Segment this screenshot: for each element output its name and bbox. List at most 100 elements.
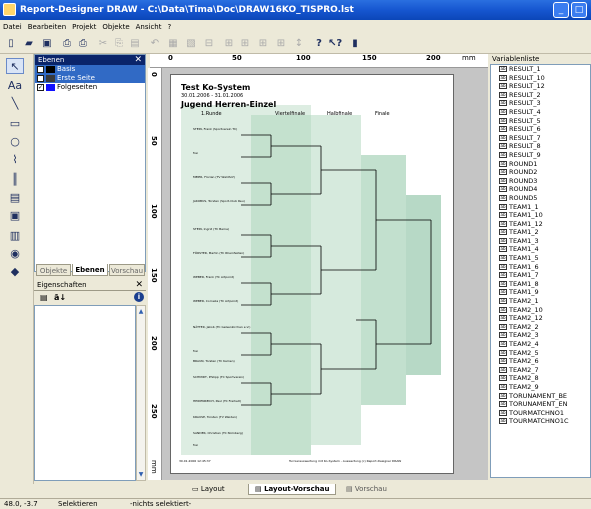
- variable-item[interactable]: ab TEAM2_1: [491, 297, 590, 306]
- variable-item[interactable]: ab TORUNAMENT_EN: [491, 400, 590, 409]
- variables-list[interactable]: ab RESULT_1 ab RESULT_10 ab RESULT_12 ab RESULT…: [490, 64, 591, 478]
- variable-item[interactable]: ab ROUND1: [491, 160, 590, 169]
- variable-item[interactable]: ab RESULT_8: [491, 142, 590, 151]
- tab-layout-vorschau[interactable]: ▤ Layout-Vorschau: [248, 484, 337, 495]
- align-right-icon[interactable]: ⊞: [256, 37, 270, 51]
- scroll-up-icon[interactable]: ▲: [137, 308, 145, 315]
- size-icon[interactable]: ↕: [292, 37, 306, 51]
- variable-item[interactable]: ab TEAM1_2: [491, 228, 590, 237]
- variable-item[interactable]: ab TEAM1_9: [491, 288, 590, 297]
- variable-item[interactable]: ab RESULT_1: [491, 65, 590, 74]
- variable-item[interactable]: ab RESULT_3: [491, 99, 590, 108]
- object-tool-icon[interactable]: ◆: [6, 264, 24, 280]
- variable-item[interactable]: ab TEAM1_10: [491, 211, 590, 220]
- image-tool-icon[interactable]: ▣: [6, 208, 24, 224]
- minimize-button[interactable]: _: [553, 2, 569, 18]
- variable-item[interactable]: ab TEAM2_4: [491, 340, 590, 349]
- checkbox[interactable]: ✓: [37, 83, 44, 91]
- variable-item[interactable]: ab TEAM1_4: [491, 245, 590, 254]
- layer-row[interactable]: ✓ Folgeseiten: [35, 83, 145, 92]
- close-icon[interactable]: ✕: [134, 55, 142, 65]
- menu-help[interactable]: ?: [164, 20, 174, 34]
- group-icon[interactable]: ▧: [184, 37, 198, 51]
- checkbox[interactable]: ✓: [37, 65, 44, 73]
- maximize-button[interactable]: □: [571, 2, 587, 18]
- open-folder-icon[interactable]: ▰: [22, 37, 36, 51]
- variable-item[interactable]: ab TORUNAMENT_BE: [491, 392, 590, 401]
- tab-vorschau[interactable]: Vorschau: [109, 264, 145, 276]
- variable-item[interactable]: ab RESULT_2: [491, 91, 590, 100]
- checkbox[interactable]: ✓: [37, 74, 44, 82]
- variable-item[interactable]: ab RESULT_9: [491, 151, 590, 160]
- variable-item[interactable]: ab ROUND3: [491, 177, 590, 186]
- rectangle-tool-icon[interactable]: ▭: [6, 116, 24, 132]
- ellipse-tool-icon[interactable]: ○: [6, 134, 24, 150]
- new-file-icon[interactable]: ▯: [4, 37, 18, 51]
- save-icon[interactable]: ▣: [40, 37, 54, 51]
- variable-item[interactable]: ab RESULT_6: [491, 125, 590, 134]
- variable-item[interactable]: ab TEAM2_6: [491, 357, 590, 366]
- variable-item[interactable]: ab RESULT_7: [491, 134, 590, 143]
- menu-objekte[interactable]: Objekte: [99, 20, 132, 34]
- paste-icon[interactable]: ▤: [128, 37, 142, 51]
- variable-item[interactable]: ab TEAM2_9: [491, 383, 590, 392]
- layer-row[interactable]: ✓ Basis: [35, 65, 145, 74]
- drawing-tool-icon[interactable]: ⌇: [6, 152, 24, 168]
- layer-row[interactable]: ✓ Erste Seite: [35, 74, 145, 83]
- scroll-down-icon[interactable]: ▼: [137, 471, 145, 478]
- menu-projekt[interactable]: Projekt: [69, 20, 99, 34]
- context-help-icon[interactable]: ↖?: [328, 37, 342, 51]
- variable-item[interactable]: ab TEAM1_1: [491, 203, 590, 212]
- tab-ebenen[interactable]: Ebenen: [72, 264, 108, 276]
- bookmark-icon[interactable]: ▮: [348, 37, 362, 51]
- help-icon[interactable]: ?: [312, 37, 326, 51]
- info-icon[interactable]: i: [134, 292, 144, 302]
- tab-objekte[interactable]: Objekte: [36, 264, 71, 276]
- close-icon[interactable]: ✕: [135, 280, 143, 291]
- variable-item[interactable]: ab TEAM2_7: [491, 366, 590, 375]
- variable-item[interactable]: ab TEAM1_12: [491, 220, 590, 229]
- tab-layout[interactable]: ▭ Layout: [186, 484, 231, 495]
- copy-icon[interactable]: ⎘: [112, 37, 126, 51]
- report-page[interactable]: Test Ko-System 30.01.2006 - 31.01.2006 J…: [170, 74, 454, 474]
- variable-item[interactable]: ab TEAM2_3: [491, 331, 590, 340]
- barcode-tool-icon[interactable]: ║: [6, 172, 24, 188]
- select-tool-icon[interactable]: ↖: [6, 58, 24, 74]
- variable-item[interactable]: ab TEAM1_8: [491, 280, 590, 289]
- cut-icon[interactable]: ✂: [96, 37, 110, 51]
- menu-datei[interactable]: Datei: [0, 20, 25, 34]
- design-canvas[interactable]: Test Ko-System 30.01.2006 - 31.01.2006 J…: [162, 68, 488, 480]
- variable-item[interactable]: ab ROUND5: [491, 194, 590, 203]
- variable-item[interactable]: ab RESULT_4: [491, 108, 590, 117]
- undo-icon[interactable]: ↶: [148, 37, 162, 51]
- variable-item[interactable]: ab TEAM2_5: [491, 349, 590, 358]
- menu-ansicht[interactable]: Ansicht: [133, 20, 165, 34]
- print-icon[interactable]: ⎙: [76, 37, 90, 51]
- table-tool-icon[interactable]: ▤: [6, 190, 24, 206]
- variable-item[interactable]: ab TEAM1_7: [491, 271, 590, 280]
- distribute-icon[interactable]: ⊞: [274, 37, 288, 51]
- variable-item[interactable]: ab RESULT_10: [491, 74, 590, 83]
- variable-item[interactable]: ab TEAM2_8: [491, 374, 590, 383]
- menu-bearbeiten[interactable]: Bearbeiten: [25, 20, 69, 34]
- variable-item[interactable]: ab TEAM2_2: [491, 323, 590, 332]
- categorized-icon[interactable]: ▤: [40, 293, 48, 302]
- variable-item[interactable]: ab TOURMATCHNO1C: [491, 417, 590, 426]
- variable-item[interactable]: ab RESULT_12: [491, 82, 590, 91]
- tab-vorschau[interactable]: ▤ Vorschau: [340, 484, 393, 495]
- variable-item[interactable]: ab TOURMATCHNO1: [491, 409, 590, 418]
- text-tool-icon[interactable]: Aa: [6, 78, 24, 94]
- align-icon[interactable]: ⊟: [202, 37, 216, 51]
- formcontrol-tool-icon[interactable]: ◉: [6, 246, 24, 262]
- layout-icon[interactable]: ▦: [166, 37, 180, 51]
- print-preview-icon[interactable]: ⎙: [60, 37, 74, 51]
- variable-item[interactable]: ab TEAM1_3: [491, 237, 590, 246]
- variable-item[interactable]: ab ROUND2: [491, 168, 590, 177]
- align-left-icon[interactable]: ⊞: [222, 37, 236, 51]
- variable-item[interactable]: ab ROUND4: [491, 185, 590, 194]
- line-tool-icon[interactable]: ╲: [6, 96, 24, 112]
- sort-alpha-icon[interactable]: ā↓: [54, 293, 66, 302]
- variable-item[interactable]: ab TEAM2_10: [491, 306, 590, 315]
- variable-item[interactable]: ab TEAM1_6: [491, 263, 590, 272]
- chart-tool-icon[interactable]: ▥: [6, 228, 24, 244]
